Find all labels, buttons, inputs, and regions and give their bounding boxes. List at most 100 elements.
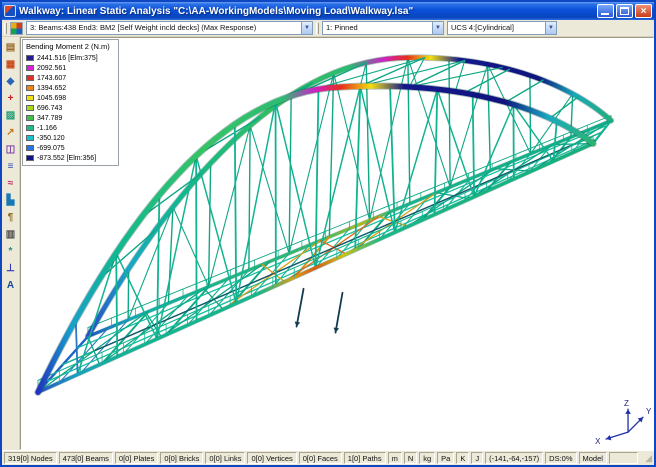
legend-entry: 696.743 — [26, 103, 115, 113]
status-cell: 0[0] Faces — [299, 452, 342, 464]
legend-color-chip — [26, 115, 34, 121]
legend-color-chip — [26, 95, 34, 101]
legend-color-chip — [26, 65, 34, 71]
annotation-icon[interactable]: ¶ — [3, 210, 19, 226]
minimize-icon — [601, 13, 609, 15]
maximize-button[interactable] — [616, 4, 633, 18]
status-cell: J — [471, 452, 483, 464]
utilities-icon[interactable]: * — [3, 244, 19, 260]
values-layer-icon[interactable]: ≡ — [3, 159, 19, 175]
legend-value: -1.166 — [37, 125, 57, 132]
status-cell: K — [456, 452, 469, 464]
graph-wizard-icon[interactable]: ▙ — [3, 193, 19, 209]
window-controls: × — [597, 4, 652, 18]
legend-entry: 1394.652 — [26, 83, 115, 93]
status-cell: m — [388, 452, 402, 464]
layers-grid-icon[interactable] — [10, 22, 23, 35]
legend-value: -350.120 — [37, 135, 65, 142]
legend-value: 2441.516 [Elm:375] — [37, 55, 98, 62]
legend-value: 2092.561 — [37, 65, 66, 72]
legend-color-chip — [26, 145, 34, 151]
model-viewport[interactable]: X Y Z Bending Moment 2 (N.m) 2441.516 [Elm… — [20, 37, 654, 450]
mesh-layer-icon[interactable]: ▦ — [3, 57, 19, 73]
axes-icon[interactable]: ⊥ — [3, 261, 19, 277]
legend-entry: -1.166 — [26, 123, 115, 133]
title-bar[interactable]: Walkway: Linear Static Analysis "C:\AA-W… — [2, 2, 654, 20]
resize-grip-icon[interactable]: ◢ — [640, 452, 652, 464]
legend-entry: 1743.607 — [26, 73, 115, 83]
legend-color-chip — [26, 105, 34, 111]
load-arrow-icon — [625, 409, 631, 414]
status-cell: 1[0] Paths — [344, 452, 386, 464]
axis-y-label: Y — [646, 407, 652, 416]
chevron-down-icon[interactable]: ▼ — [545, 22, 556, 34]
chevron-down-icon[interactable]: ▼ — [432, 22, 443, 34]
close-icon: × — [636, 5, 651, 17]
legend-value: 696.743 — [37, 105, 62, 112]
legend-value: 1394.652 — [37, 85, 66, 92]
main-area: ▤▦◆+▨↗◫≡≈▙¶▥*⊥A X Y Z Bending Moment 2 (N.… — [2, 37, 654, 450]
ucs-combo[interactable]: UCS 4:[Cylindrical] ▼ — [447, 21, 557, 35]
status-cell: 0[0] Vertices — [247, 452, 296, 464]
left-toolbar: ▤▦◆+▨↗◫≡≈▙¶▥*⊥A — [2, 37, 20, 450]
contour-legend[interactable]: Bending Moment 2 (N.m) 2441.516 [Elm:375… — [22, 39, 119, 166]
geometry-layer-icon[interactable]: ◆ — [3, 74, 19, 90]
labels-icon[interactable]: A — [3, 278, 19, 294]
legend-color-chip — [26, 125, 34, 131]
legend-entry: 2092.561 — [26, 63, 115, 73]
legend-color-chip — [26, 55, 34, 61]
vectors-layer-icon[interactable]: ↗ — [3, 125, 19, 141]
application-window: Walkway: Linear Static Analysis "C:\AA-W… — [0, 0, 656, 467]
legend-entry: -699.075 — [26, 143, 115, 153]
minimize-button[interactable] — [597, 4, 614, 18]
status-cell: 0[0] Links — [205, 452, 245, 464]
status-cell: (-141,-64,-157) — [485, 452, 543, 464]
status-cell: Pa — [437, 452, 454, 464]
status-cell: N — [404, 452, 417, 464]
status-cell: 473[0] Beams — [59, 452, 113, 464]
legend-value: 1045.698 — [37, 95, 66, 102]
contours-layer-icon[interactable]: ▨ — [3, 108, 19, 124]
legend-entry: -873.552 [Elm:356] — [26, 153, 115, 163]
diagrams-layer-icon[interactable]: ◫ — [3, 142, 19, 158]
legend-color-chip — [26, 75, 34, 81]
app-icon — [4, 5, 16, 17]
legend-entry: 347.789 — [26, 113, 115, 123]
status-bar: 319[0] Nodes473[0] Beams0[0] Plates0[0] … — [2, 450, 654, 465]
axis-z-label: Z — [624, 399, 629, 408]
treeview-icon[interactable]: ▤ — [3, 40, 19, 56]
legend-entries: 2441.516 [Elm:375] 2092.561 1743.607 1394.6… — [26, 53, 115, 163]
results-combo[interactable]: 3: Beams:438 End3: BM2 [Self Weight incl… — [26, 21, 313, 35]
status-cell: 319[0] Nodes — [4, 452, 57, 464]
report-icon[interactable]: ▥ — [3, 227, 19, 243]
ucs-combo-value: UCS 4:[Cylindrical] — [448, 22, 517, 34]
attributes-layer-icon[interactable]: + — [3, 91, 19, 107]
legend-value: 1743.607 — [37, 75, 66, 82]
status-fill — [609, 452, 638, 464]
legend-value: -699.075 — [37, 145, 65, 152]
main-toolbar: 3: Beams:438 End3: BM2 [Self Weight incl… — [2, 20, 654, 37]
status-cell: 0[0] Bricks — [160, 452, 203, 464]
legend-color-chip — [26, 135, 34, 141]
status-cell: kg — [419, 452, 435, 464]
legend-entry: -350.120 — [26, 133, 115, 143]
loadcase-combo-value: 1: Pinned — [323, 22, 361, 34]
legend-value: 347.789 — [37, 115, 62, 122]
status-cell: DS:0% — [545, 452, 576, 464]
legend-value: -873.552 [Elm:356] — [37, 155, 96, 162]
maximize-icon — [620, 7, 629, 15]
status-cell: Model — [579, 452, 607, 464]
chevron-down-icon[interactable]: ▼ — [301, 22, 312, 34]
legend-entry: 1045.698 — [26, 93, 115, 103]
close-button[interactable]: × — [635, 4, 652, 18]
results-combo-value: 3: Beams:438 End3: BM2 [Self Weight incl… — [27, 22, 259, 34]
deformed-mesh-icon[interactable]: ≈ — [3, 176, 19, 192]
toolbar-grip[interactable] — [316, 23, 319, 34]
axis-x-label: X — [595, 437, 601, 446]
status-cell: 0[0] Plates — [115, 452, 158, 464]
legend-color-chip — [26, 85, 34, 91]
legend-title: Bending Moment 2 (N.m) — [26, 42, 115, 51]
legend-entry: 2441.516 [Elm:375] — [26, 53, 115, 63]
toolbar-grip[interactable] — [4, 23, 7, 34]
loadcase-combo[interactable]: 1: Pinned ▼ — [322, 21, 444, 35]
